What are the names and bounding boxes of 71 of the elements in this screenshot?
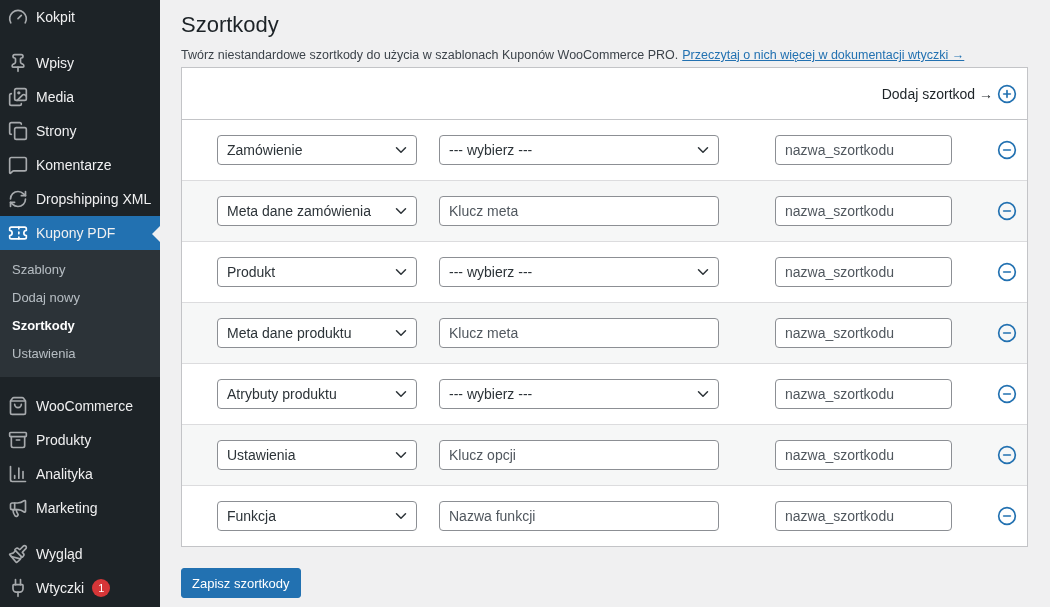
- menu-item[interactable]: Wtyczki 1: [0, 571, 160, 605]
- type-select[interactable]: Produkt: [217, 257, 417, 287]
- ticket-icon: [8, 223, 28, 243]
- submenu-item[interactable]: Ustawienia: [0, 341, 160, 369]
- remove-row-button[interactable]: [997, 445, 1017, 465]
- key-input-field[interactable]: Klucz opcji: [439, 440, 719, 470]
- remove-row-button[interactable]: [997, 384, 1017, 404]
- shortcode-name-field[interactable]: nazwa_szortkodu: [775, 196, 952, 226]
- archive-icon: [8, 430, 28, 450]
- field-select[interactable]: --- wybierz ---: [439, 135, 719, 165]
- shortcode-name-field[interactable]: nazwa_szortkodu: [775, 379, 952, 409]
- key-input-field[interactable]: Klucz meta: [439, 196, 719, 226]
- shortcode-name-field[interactable]: nazwa_szortkodu: [775, 318, 952, 348]
- shortcode-name-field[interactable]: nazwa_szortkodu: [775, 135, 952, 165]
- type-select[interactable]: Atrybuty produktu: [217, 379, 417, 409]
- minus-circle-icon: [997, 140, 1017, 160]
- type-select[interactable]: Meta dane zamówienia: [217, 196, 417, 226]
- minus-circle-icon: [997, 201, 1017, 221]
- minus-circle-icon: [997, 506, 1017, 526]
- submenu-item[interactable]: Szablony: [0, 257, 160, 285]
- page-description: Twórz niestandardowe szortkody do użycia w szablonach Kuponów WooCommerce PRO. Przeczytaj o nich więcej w dokumentacji wtyczki →: [181, 48, 966, 62]
- menu-item[interactable]: Komentarze: [0, 148, 160, 182]
- remove-row-button[interactable]: [997, 323, 1017, 343]
- menu-item[interactable]: Kokpit: [0, 0, 160, 34]
- shortcode-name-field[interactable]: nazwa_szortkodu: [775, 440, 952, 470]
- key-input-field[interactable]: Klucz meta: [439, 318, 719, 348]
- menu-item[interactable]: Strony: [0, 114, 160, 148]
- save-shortcodes-button[interactable]: Zapisz szortkody: [181, 568, 301, 598]
- menu-item[interactable]: Marketing: [0, 491, 160, 525]
- type-select[interactable]: Ustawienia: [217, 440, 417, 470]
- menu-item[interactable]: WooCommerce: [0, 389, 160, 423]
- remove-row-button[interactable]: [997, 140, 1017, 160]
- remove-row-button[interactable]: [997, 201, 1017, 221]
- documentation-link[interactable]: Przeczytaj o nich więcej w dokumentacji wtyczki →: [682, 48, 965, 62]
- minus-circle-icon: [997, 262, 1017, 282]
- add-shortcode-button[interactable]: Dodaj szortkod →: [881, 83, 1017, 104]
- type-select[interactable]: Zamówienie: [217, 135, 417, 165]
- megaphone-icon: [8, 498, 28, 518]
- shortcode-name-field[interactable]: nazwa_szortkodu: [775, 257, 952, 287]
- menu-item[interactable]: Dropshipping XML: [0, 182, 160, 216]
- menu-item[interactable]: Analityka: [0, 457, 160, 491]
- menu-item[interactable]: Wpisy: [0, 46, 160, 80]
- bag-icon: [8, 396, 28, 416]
- menu-item[interactable]: Media: [0, 80, 160, 114]
- menu-item[interactable]: Wygląd: [0, 537, 160, 571]
- submenu-item[interactable]: Dodaj nowy: [0, 285, 160, 313]
- pages-icon: [8, 121, 28, 141]
- field-select[interactable]: --- wybierz ---: [439, 257, 719, 287]
- gauge-icon: [8, 7, 28, 27]
- minus-circle-icon: [997, 384, 1017, 404]
- remove-row-button[interactable]: [997, 262, 1017, 282]
- refresh-icon: [8, 189, 28, 209]
- speech-bubble-icon: [8, 155, 28, 175]
- minus-circle-icon: [997, 323, 1017, 343]
- submenu-item[interactable]: Szortkody: [0, 313, 160, 341]
- menu-item[interactable]: Kupony PDF: [0, 216, 160, 250]
- page-title: Szortkody: [181, 11, 280, 39]
- key-input-field[interactable]: Nazwa funkcji: [439, 501, 719, 531]
- minus-circle-icon: [997, 445, 1017, 465]
- count-badge: 1: [92, 579, 111, 597]
- shortcode-name-field[interactable]: nazwa_szortkodu: [775, 501, 952, 531]
- pin-icon: [8, 53, 28, 73]
- images-icon: [8, 87, 28, 107]
- paintbrush-icon: [8, 544, 28, 564]
- type-select[interactable]: Funkcja: [217, 501, 417, 531]
- field-select[interactable]: --- wybierz ---: [439, 379, 719, 409]
- type-select[interactable]: Meta dane produktu: [217, 318, 417, 348]
- remove-row-button[interactable]: [997, 506, 1017, 526]
- plus-circle-icon: [997, 83, 1017, 104]
- bar-chart-icon: [8, 464, 28, 484]
- menu-item[interactable]: Produkty: [0, 423, 160, 457]
